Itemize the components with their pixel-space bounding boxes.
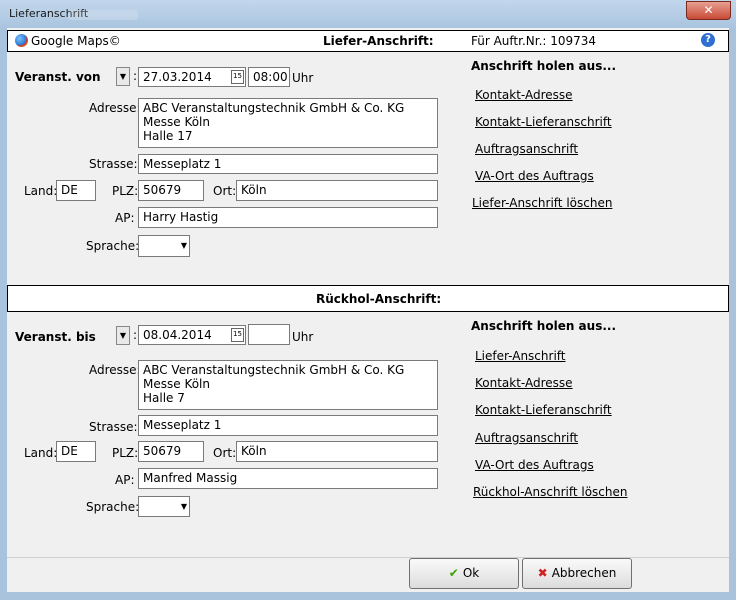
source-title: Anschrift holen aus... xyxy=(471,59,617,73)
help-icon[interactable]: ? xyxy=(701,33,715,47)
calendar-icon[interactable]: 15 xyxy=(231,328,244,342)
street-field[interactable]: Messeplatz 1 xyxy=(138,154,438,174)
rueck-ap-field[interactable]: Manfred Massig xyxy=(138,468,438,489)
link-rueck-kontakt-lieferanschrift[interactable]: Kontakt-Lieferanschrift xyxy=(475,403,612,417)
close-button[interactable]: ✕ xyxy=(686,1,731,20)
rueck-ort-label: Ort: xyxy=(213,446,237,460)
calendar-icon[interactable]: 15 xyxy=(231,70,244,84)
link-kontakt-lieferanschrift[interactable]: Kontakt-Lieferanschrift xyxy=(475,115,612,129)
order-number: Für Auftr.Nr.: 109734 xyxy=(471,34,597,48)
link-va-ort[interactable]: VA-Ort des Auftrags xyxy=(475,169,594,183)
address-field[interactable]: ABC Veranstaltungstechnik GmbH & Co. KG … xyxy=(138,98,438,148)
rueck-street-field[interactable]: Messeplatz 1 xyxy=(138,415,438,436)
date-from-dropdown[interactable]: ▼ xyxy=(116,67,130,86)
liefer-section-title: Liefer-Anschrift: xyxy=(323,34,434,48)
cancel-label: Abbrechen xyxy=(551,566,617,580)
rueck-address-label: Adresse: xyxy=(89,363,141,377)
address-label: Adresse: xyxy=(89,101,141,115)
rueck-street-label: Strasse: xyxy=(89,420,138,434)
google-maps-link[interactable]: Google Maps© xyxy=(15,34,121,48)
date-from-input[interactable]: 27.03.2014 15 xyxy=(138,67,246,87)
street-label: Strasse: xyxy=(89,157,138,171)
time-from-input[interactable]: 08:00 xyxy=(248,67,290,87)
cancel-button[interactable]: ✖ Abbrechen xyxy=(522,558,632,589)
language-label: Sprache: xyxy=(86,239,140,253)
date-from-label: Veranst. von xyxy=(15,70,101,84)
rueck-plz-field[interactable]: 50679 xyxy=(138,441,204,462)
time-to-input[interactable] xyxy=(248,324,290,345)
date-from-value: 27.03.2014 xyxy=(143,70,212,84)
link-auftragsanschrift[interactable]: Auftragsanschrift xyxy=(475,142,578,156)
chevron-down-icon: ▼ xyxy=(119,331,127,340)
rueck-plz-label: PLZ: xyxy=(112,446,139,460)
language-select[interactable]: ▼ xyxy=(138,235,190,257)
chevron-down-icon: ▼ xyxy=(119,72,127,81)
rueck-land-label: Land: xyxy=(24,446,58,460)
link-liefer-anschrift[interactable]: Liefer-Anschrift xyxy=(475,349,566,363)
chevron-down-icon: ▼ xyxy=(180,241,187,250)
date-from-colon: : xyxy=(133,69,138,83)
ok-button[interactable]: ✔ Ok xyxy=(409,558,519,589)
ok-label: Ok xyxy=(462,566,480,580)
date-to-value: 08.04.2014 xyxy=(143,328,212,342)
land-field[interactable]: DE xyxy=(56,180,96,201)
link-rueck-auftragsanschrift[interactable]: Auftragsanschrift xyxy=(475,431,578,445)
rueck-address-field[interactable]: ABC Veranstaltungstechnik GmbH & Co. KG … xyxy=(138,360,438,410)
chevron-down-icon: ▼ xyxy=(180,502,187,511)
rueck-source-title: Anschrift holen aus... xyxy=(471,319,617,333)
link-kontakt-adresse[interactable]: Kontakt-Adresse xyxy=(475,88,573,102)
date-to-dropdown[interactable]: ▼ xyxy=(116,326,130,345)
time-from-unit: Uhr xyxy=(292,71,314,85)
ort-field[interactable]: Köln xyxy=(236,180,438,201)
globe-icon xyxy=(15,34,28,47)
link-delete-liefer[interactable]: Liefer-Anschrift löschen xyxy=(472,196,612,210)
date-to-input[interactable]: 08.04.2014 15 xyxy=(138,325,246,345)
rueck-land-field[interactable]: DE xyxy=(56,441,96,462)
land-label: Land: xyxy=(24,184,58,198)
link-rueck-kontakt-adresse[interactable]: Kontakt-Adresse xyxy=(475,376,573,390)
checkmark-icon: ✔ xyxy=(448,566,459,580)
google-maps-label: Google Maps© xyxy=(31,34,121,48)
rueck-language-label: Sprache: xyxy=(86,500,140,514)
title-ghost-text xyxy=(68,10,138,20)
ort-label: Ort: xyxy=(213,184,237,198)
link-rueck-va-ort[interactable]: VA-Ort des Auftrags xyxy=(475,458,594,472)
plz-label: PLZ: xyxy=(112,184,139,198)
time-to-unit: Uhr xyxy=(292,330,314,344)
link-delete-rueck[interactable]: Rückhol-Anschrift löschen xyxy=(473,485,628,499)
ap-label: AP: xyxy=(115,211,135,225)
ap-field[interactable]: Harry Hastig xyxy=(138,207,438,228)
rueck-ap-label: AP: xyxy=(115,473,135,487)
plz-field[interactable]: 50679 xyxy=(138,180,204,201)
date-to-colon: : xyxy=(133,328,138,342)
rueck-ort-field[interactable]: Köln xyxy=(236,441,438,462)
rueck-section-title: Rückhol-Anschrift: xyxy=(316,292,442,306)
cross-icon: ✖ xyxy=(537,566,548,580)
date-to-label: Veranst. bis xyxy=(15,330,96,344)
rueck-language-select[interactable]: ▼ xyxy=(138,496,190,517)
